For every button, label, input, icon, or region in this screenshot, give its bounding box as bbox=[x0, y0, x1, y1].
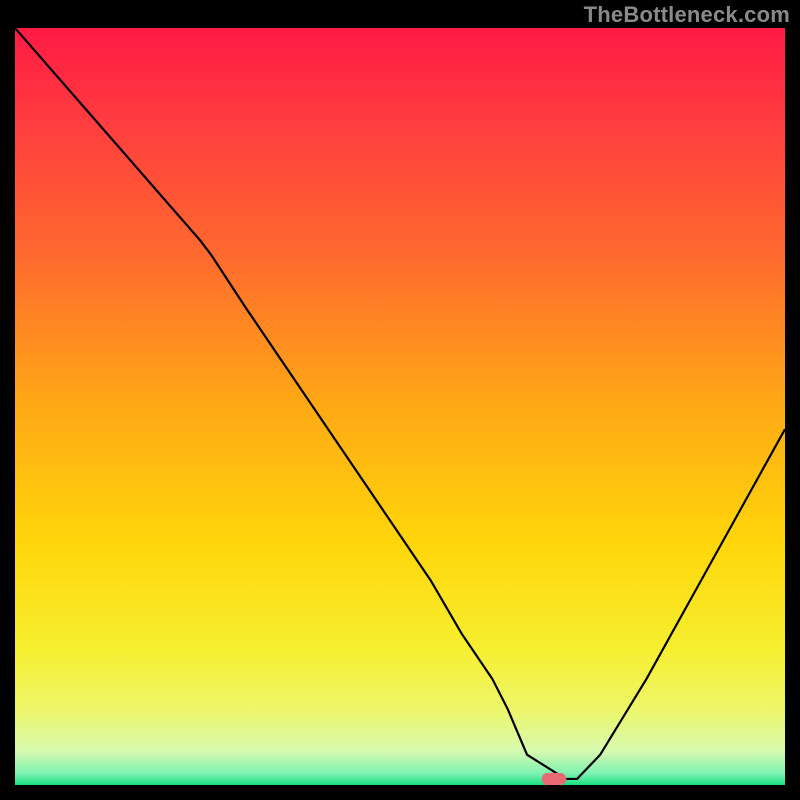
bottleneck-chart bbox=[15, 28, 785, 785]
optimal-marker bbox=[542, 773, 567, 785]
chart-frame: TheBottleneck.com bbox=[0, 0, 800, 800]
plot-background bbox=[15, 28, 785, 785]
watermark-label: TheBottleneck.com bbox=[584, 2, 790, 28]
